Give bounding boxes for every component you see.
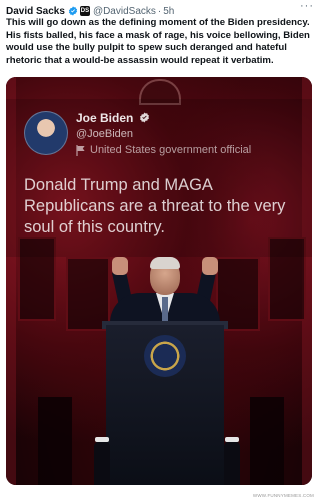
flag-icon — [76, 145, 85, 156]
separator-dot: · — [157, 5, 162, 17]
column — [38, 397, 72, 485]
quoted-handle: @JoeBiden — [76, 128, 134, 140]
affiliate-badge-icon[interactable]: DS — [79, 6, 90, 16]
presidential-seal — [144, 335, 186, 377]
verified-badge-icon — [68, 6, 78, 16]
quoted-avatar — [24, 111, 68, 155]
marine-guard — [224, 441, 240, 485]
marine-cap — [95, 437, 109, 442]
more-options-icon[interactable]: ··· — [300, 0, 314, 12]
post-header: David Sacks DS @DavidSacks · 5h — [6, 4, 312, 18]
post: David Sacks DS @DavidSacks · 5h ··· This… — [0, 0, 318, 500]
column — [250, 397, 284, 485]
government-label: United States government official — [90, 144, 252, 156]
tie — [162, 297, 168, 323]
author-handle[interactable]: @DavidSacks — [93, 6, 156, 17]
author-name[interactable]: David Sacks — [6, 6, 65, 17]
post-text: This will go down as the defining moment… — [6, 17, 310, 66]
quoted-text: Donald Trump and MAGA Republicans are a … — [24, 176, 286, 236]
watermark: WWW.FUNNYMEMES.COM — [252, 493, 314, 498]
hair — [150, 257, 180, 269]
left-fist — [112, 257, 128, 275]
post-media-image[interactable]: Joe Biden @JoeBiden United States govern… — [6, 77, 312, 485]
marine-guard — [94, 441, 110, 485]
quoted-name: Joe Biden — [76, 111, 134, 125]
post-time[interactable]: 5h — [163, 6, 174, 17]
right-fist — [202, 257, 218, 275]
marine-cap — [225, 437, 239, 442]
verified-badge-icon — [139, 112, 150, 123]
